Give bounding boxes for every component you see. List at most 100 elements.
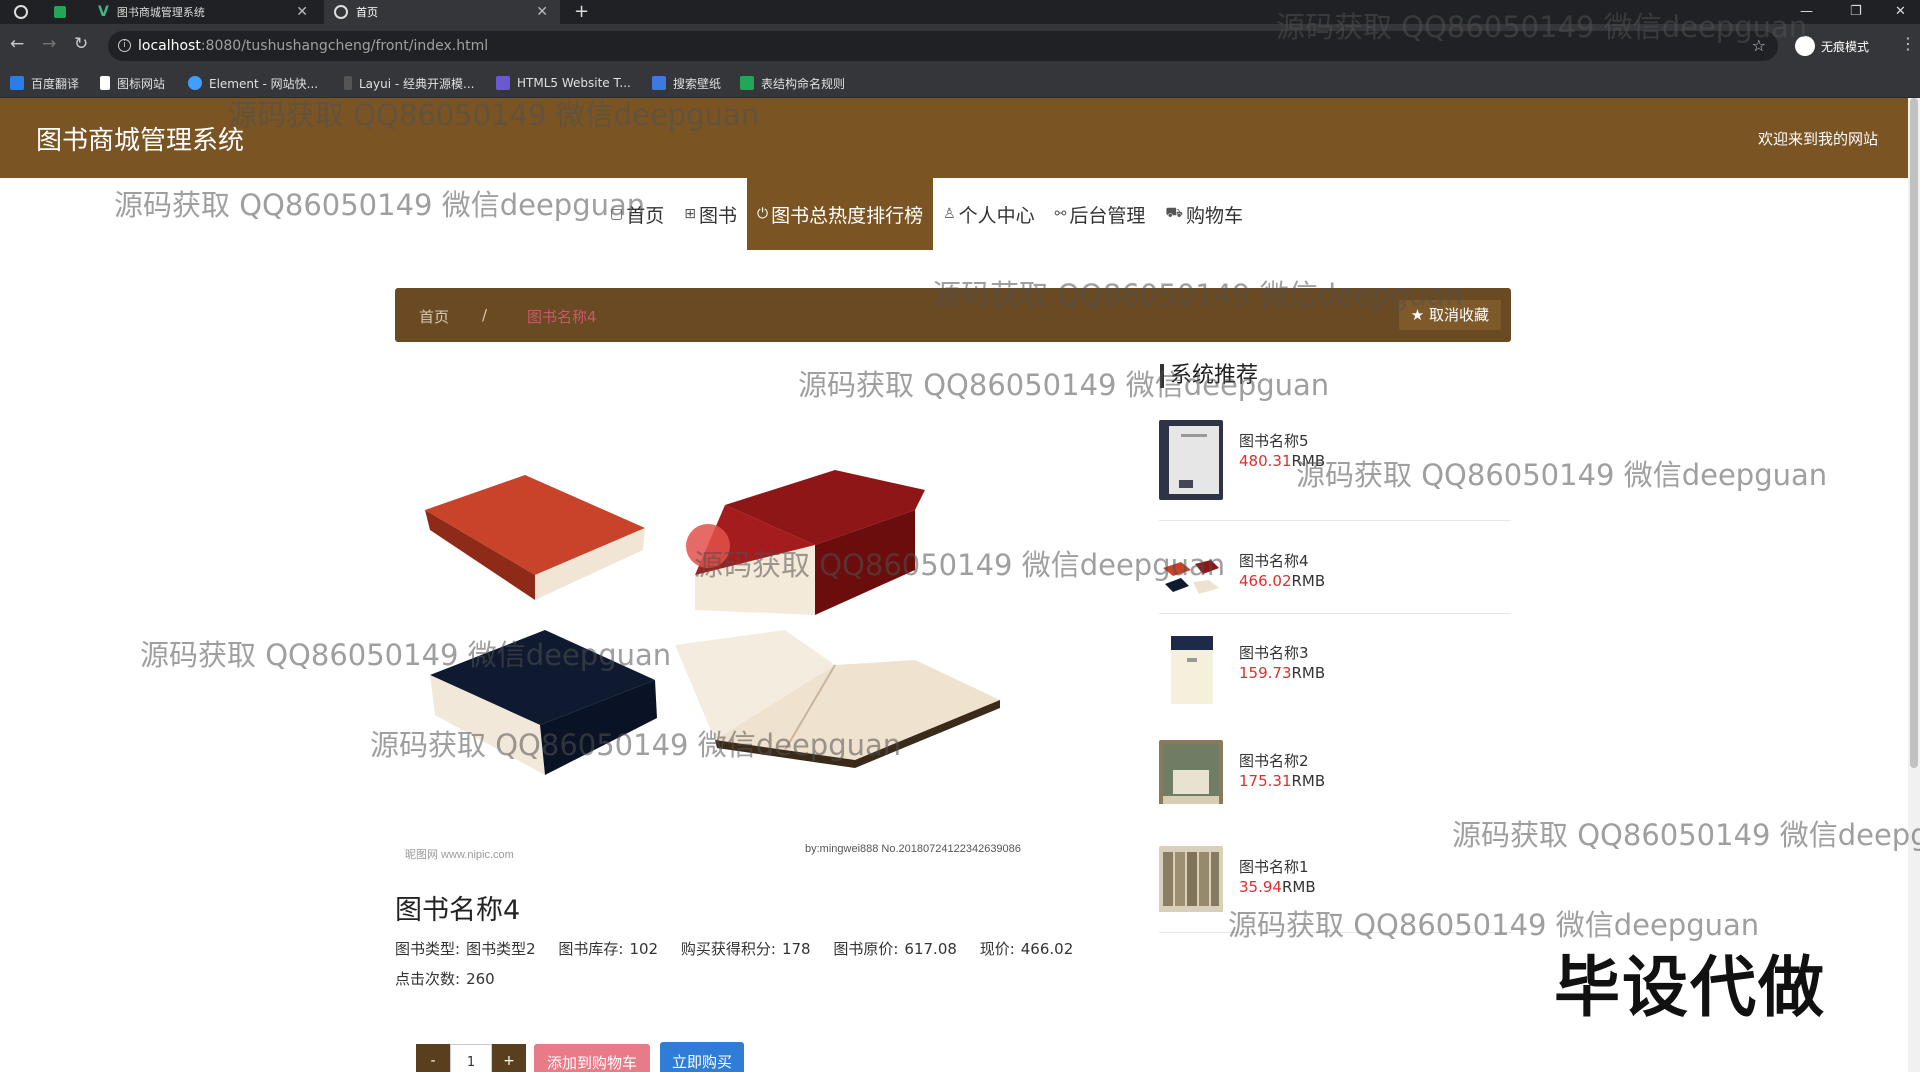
forward-icon[interactable]: → <box>42 34 56 54</box>
watermark: 源码获取 QQ86050149 微信deepguan <box>228 98 760 132</box>
site-title: 图书商城管理系统 <box>36 126 245 156</box>
globe-icon <box>334 5 348 19</box>
grid-icon: ⊞ <box>684 206 696 222</box>
specs-line-2: 点击次数: 260 <box>395 964 1155 994</box>
spec-label: 图书原价: <box>833 940 899 958</box>
recommend-price: 159.73RMB <box>1239 664 1326 682</box>
reload-icon[interactable]: ↻ <box>74 34 88 54</box>
browser-tab-2[interactable] <box>44 0 84 24</box>
spec-value: 617.08 <box>904 940 957 958</box>
page-scrollbar[interactable] <box>1908 98 1920 1072</box>
spec-value: 260 <box>466 970 495 988</box>
spec-label: 购买获得积分: <box>680 940 776 958</box>
quantity-increase-button[interactable]: + <box>492 1044 526 1072</box>
breadcrumb-current: 图书名称4 <box>527 308 597 326</box>
divider <box>1159 520 1511 521</box>
quantity-stepper: - 1 + <box>416 1044 526 1072</box>
recommend-name: 图书名称2 <box>1239 752 1309 770</box>
quantity-input[interactable]: 1 <box>450 1044 492 1072</box>
spec-label: 图书类型: <box>395 940 461 958</box>
recommend-name: 图书名称1 <box>1239 858 1309 876</box>
link-icon: ⚯ <box>1054 206 1067 222</box>
nav-item-cart[interactable]: ⛟ 购物车 <box>1155 178 1253 250</box>
window-close-icon[interactable]: ✕ <box>1895 0 1906 24</box>
nav-item-ranking[interactable]: ⏻ 图书总热度排行榜 <box>747 178 934 250</box>
html5-icon <box>496 76 510 90</box>
spec-value: 466.02 <box>1020 940 1074 958</box>
watermark: 源码获取 QQ86050149 微信deepguan <box>798 368 1330 402</box>
restore-icon[interactable]: ❐ <box>1850 0 1862 24</box>
image-caption-left: 昵图网 www.nipic.com <box>405 848 514 861</box>
menu-kebab-icon[interactable]: ⋮ <box>1900 34 1916 53</box>
close-icon[interactable]: ✕ <box>536 4 548 20</box>
nav-item-profile[interactable]: ♙ 个人中心 <box>933 178 1045 250</box>
globe-icon <box>14 5 28 19</box>
recommend-name: 图书名称5 <box>1239 432 1309 450</box>
quantity-decrease-button[interactable]: - <box>416 1044 450 1072</box>
cart-icon: ⛟ <box>1165 205 1184 221</box>
watermark: 源码获取 QQ86050149 微信deepguan <box>1296 458 1828 492</box>
recommend-item[interactable]: 图书名称3 159.73RMB <box>1159 632 1511 712</box>
watermark: 源码获取 QQ86050149 微信deepguan <box>1276 10 1808 44</box>
translate-icon <box>10 76 24 90</box>
main-nav: ▢ 首页 ⊞ 图书 ⏻ 图书总热度排行榜 ♙ 个人中心 ⚯ 后台管理 ⛟ 购物车 <box>600 178 1253 250</box>
browser-tab-4[interactable]: 首页 ✕ <box>324 0 560 24</box>
tab-title: 首页 <box>356 6 378 19</box>
recommend-item[interactable]: 图书名称2 175.31RMB <box>1159 740 1511 820</box>
recommend-price: 35.94RMB <box>1239 878 1316 896</box>
user-icon: ♙ <box>943 206 956 222</box>
book-thumbnail <box>1159 846 1223 912</box>
info-icon[interactable]: i <box>118 39 131 52</box>
spec-value: 102 <box>629 940 659 958</box>
incognito-label: 无痕模式 <box>1821 39 1870 54</box>
wallpaper-icon <box>652 76 666 90</box>
book-thumbnail <box>1159 740 1223 804</box>
close-icon[interactable]: ✕ <box>296 4 308 20</box>
spec-value: 图书类型2 <box>466 940 536 958</box>
book-thumbnail <box>1159 420 1223 500</box>
scrollbar-thumb[interactable] <box>1910 98 1918 768</box>
breadcrumb-separator: / <box>482 306 488 324</box>
specs-line-1: 图书类型: 图书类型2 图书库存: 102 购买获得积分: 178 图书原价: 617.… <box>395 934 1155 964</box>
vue-logo-icon: V <box>98 4 109 20</box>
url-host: localhost <box>138 38 201 54</box>
browser-tab-3[interactable]: V 图书商城管理系统 ✕ <box>88 0 320 24</box>
browser-tab-1[interactable] <box>4 0 40 24</box>
flag-icon <box>100 76 110 90</box>
sheet-icon <box>740 76 754 90</box>
book-specs: 图书类型: 图书类型2 图书库存: 102 购买获得积分: 178 图书原价: 617.… <box>395 934 1155 994</box>
watermark: 源码获取 QQ86050149 微信deepguan <box>370 728 902 762</box>
recommend-name: 图书名称3 <box>1239 644 1309 662</box>
back-icon[interactable]: ← <box>10 34 24 54</box>
buy-now-button[interactable]: 立即购买 <box>660 1042 744 1072</box>
watermark: 源码获取 QQ86050149 微信deepguan <box>694 548 1226 582</box>
image-caption-right: by:mingwei888 No.20180724122342639086 <box>805 843 1021 855</box>
breadcrumb-home[interactable]: 首页 <box>419 306 449 327</box>
url-path: :8080/tushushangcheng/front/index.html <box>200 38 489 54</box>
new-tab-icon[interactable]: + <box>574 0 589 24</box>
nav-item-admin[interactable]: ⚯ 后台管理 <box>1045 178 1156 250</box>
divider <box>1159 613 1511 614</box>
watermark: 源码获取 QQ86050149 微信deepguan <box>140 638 672 672</box>
watermark: 源码获取 QQ86050149 微信deepguan <box>932 278 1464 312</box>
watermark: 源码获取 QQ86050149 微信deepguan <box>114 188 646 222</box>
add-to-cart-button[interactable]: 添加到购物车 <box>534 1044 650 1072</box>
book-title: 图书名称4 <box>395 895 521 926</box>
recommend-name: 图书名称4 <box>1239 552 1309 570</box>
recommend-price: 466.02RMB <box>1239 572 1326 590</box>
recommend-price: 175.31RMB <box>1239 772 1326 790</box>
layui-icon <box>344 76 352 90</box>
app-favicon-icon <box>54 6 66 18</box>
bookmark-item[interactable]: 百度翻译 <box>10 68 79 98</box>
book-thumbnail <box>1159 632 1223 712</box>
watermark: 源码获取 QQ86050149 微信deepguan <box>1452 818 1920 852</box>
spec-label: 图书库存: <box>558 940 624 958</box>
welcome-text: 欢迎来到我的网站 <box>1757 130 1878 148</box>
spec-label: 现价: <box>979 940 1015 958</box>
tab-title: 图书商城管理系统 <box>116 6 205 19</box>
spec-value: 178 <box>781 940 811 958</box>
element-icon <box>188 76 202 90</box>
bookmark-item[interactable]: 图标网站 <box>100 68 165 98</box>
spec-label: 点击次数: <box>395 970 461 988</box>
nav-item-books[interactable]: ⊞ 图书 <box>674 178 747 250</box>
